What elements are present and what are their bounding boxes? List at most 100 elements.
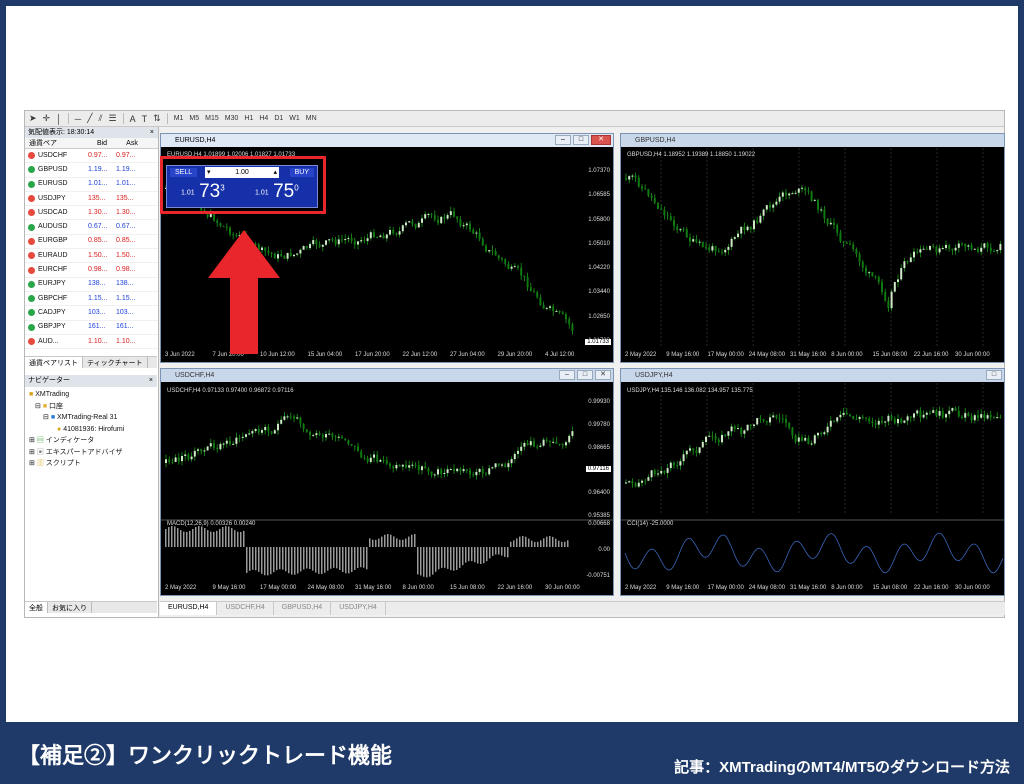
maximize-icon[interactable]: □ (577, 370, 593, 380)
candle-body (197, 449, 199, 451)
nav-item-indicators[interactable]: ⊞ ▤ インディケータ (25, 435, 157, 447)
macd-bar (291, 547, 293, 575)
macd-bar (192, 528, 194, 547)
tab-eurusd[interactable]: EURUSD,H4 (160, 602, 218, 615)
market-watch-row[interactable]: GBPJPY 161... 161... (25, 321, 158, 335)
tf-h4[interactable]: H4 (259, 115, 268, 122)
market-watch-row[interactable]: EURCHF 0.98... 0.98... (25, 263, 158, 278)
candle-body (555, 310, 558, 312)
candle-body (631, 175, 634, 177)
candle-body (478, 232, 481, 240)
tab-symbols[interactable]: 通貨ペアリスト (25, 357, 83, 368)
candle-body (765, 420, 768, 423)
market-watch-row[interactable]: EURAUD 1.50... 1.50... (25, 249, 158, 264)
tf-m5[interactable]: M5 (189, 115, 199, 122)
candle-body (698, 241, 701, 243)
candle-body (714, 436, 717, 440)
close-icon[interactable]: × (149, 375, 153, 387)
cursor-icon[interactable]: ➤ (29, 113, 37, 124)
trendline-icon[interactable]: ╱ (87, 113, 92, 124)
candle-body (881, 420, 883, 423)
chart-title-bar: EURUSD,H4 – □ ✕ (161, 134, 613, 147)
candle-body (283, 416, 286, 420)
minimize-icon[interactable]: – (555, 135, 571, 145)
market-watch-title: 気配値表示: 18:30:14 (28, 129, 95, 136)
tf-mn[interactable]: MN (306, 115, 317, 122)
tab-gbpusd[interactable]: GBPUSD,H4 (274, 602, 332, 615)
candle-body (813, 199, 816, 201)
candle-body (213, 443, 215, 448)
bid-value: 0.97... (88, 151, 108, 159)
candlestick-chart[interactable] (161, 383, 613, 596)
restore-icon[interactable]: □ (986, 370, 1002, 380)
column-ask[interactable]: Ask (117, 138, 147, 148)
label-icon[interactable]: T (142, 114, 148, 124)
tab-favorites[interactable]: お気に入り (48, 602, 92, 613)
market-watch-row[interactable]: GBPUSD 1.19... 1.19... (25, 163, 158, 178)
candlestick-chart[interactable] (621, 383, 1004, 596)
candle-body (852, 415, 855, 420)
macd-bar (369, 538, 371, 547)
horizontal-line-icon[interactable]: ─ (75, 114, 81, 124)
close-icon[interactable]: ✕ (591, 135, 611, 145)
nav-item-experts[interactable]: ⊞ ▣ エキスパートアドバイザ (25, 447, 157, 459)
column-bid[interactable]: Bid (87, 138, 117, 148)
nav-item-server[interactable]: ⊟ ■ XMTrading-Real 31 (25, 412, 157, 424)
market-watch-row[interactable]: AUD... 1.10... 1.10... (25, 335, 158, 350)
tab-usdchf[interactable]: USDCHF,H4 (217, 602, 274, 615)
candlestick-chart[interactable] (621, 148, 1004, 363)
tab-common[interactable]: 全般 (25, 602, 48, 613)
text-icon[interactable]: A (130, 114, 136, 124)
tf-d1[interactable]: D1 (274, 115, 283, 122)
tf-m30[interactable]: M30 (225, 115, 239, 122)
market-watch-row[interactable]: CADJPY 103... 103... (25, 306, 158, 321)
candle-body (264, 426, 267, 431)
tab-usdjpy[interactable]: USDJPY,H4 (331, 602, 386, 615)
fibonacci-icon[interactable]: ☰ (109, 113, 117, 124)
time-tick-label: 22 Jun 16:00 (913, 352, 949, 358)
market-watch-row[interactable]: USDCHF 0.97... 0.97... (25, 149, 158, 164)
candle-body (980, 414, 983, 418)
candle-body (494, 251, 497, 256)
market-watch-row[interactable]: USDJPY 135... 135... (25, 192, 158, 207)
nav-item-root[interactable]: ■ XMTrading (25, 389, 157, 401)
nav-item-scripts[interactable]: ⊞ ▥ スクリプト (25, 458, 157, 470)
price-down-icon (28, 338, 35, 345)
candle-body (717, 251, 720, 253)
tf-m15[interactable]: M15 (205, 115, 219, 122)
expert-icon: ▣ (36, 448, 44, 456)
close-icon[interactable]: ✕ (595, 370, 611, 380)
arrows-icon[interactable]: ⇅ (153, 113, 161, 124)
minimize-icon[interactable]: – (559, 370, 575, 380)
maximize-icon[interactable]: □ (573, 135, 589, 145)
candle-body (472, 229, 475, 234)
candle-body (517, 450, 519, 454)
close-icon[interactable]: × (150, 127, 154, 138)
chart-window-gbpusd[interactable]: GBPUSD,H4 GBPUSD,H4 1.18952 1.19389 1.18… (620, 133, 1005, 363)
macd-bar (444, 547, 446, 568)
channel-icon[interactable]: ⫽ (99, 113, 103, 124)
candle-body (318, 433, 321, 435)
market-watch-row[interactable]: GBPCHF 1.15... 1.15... (25, 292, 158, 307)
market-watch-row[interactable]: AUDUSD 0.67... 0.67... (25, 220, 158, 235)
market-watch-row[interactable]: EURUSD 1.01... 1.01... (25, 178, 158, 192)
nav-item-accounts[interactable]: ⊟ ■ 口座 (25, 401, 157, 413)
tf-h1[interactable]: H1 (244, 115, 253, 122)
macd-bar (450, 547, 452, 571)
candle-body (494, 463, 497, 468)
candle-body (369, 457, 372, 462)
market-watch-row[interactable]: EURGBP 0.85... 0.85... (25, 235, 158, 250)
candle-body (871, 272, 874, 277)
tf-m1[interactable]: M1 (174, 115, 184, 122)
crosshair-icon[interactable]: ✛ (43, 113, 51, 124)
chart-window-usdchf[interactable]: USDCHF,H4 – □ ✕ USDCHF,H4 0.97133 0.97400 … (160, 368, 614, 596)
tf-w1[interactable]: W1 (289, 115, 300, 122)
column-symbol[interactable]: 通貨ペア (25, 138, 87, 148)
candle-body (647, 189, 650, 196)
tab-tick-chart[interactable]: ティックチャート (83, 357, 148, 368)
market-watch-row[interactable]: EURJPY 138... 138... (25, 278, 158, 292)
vertical-line-icon[interactable]: │ (56, 114, 62, 124)
nav-item-account[interactable]: ● 41081936: Hirofumi (25, 424, 157, 436)
market-watch-row[interactable]: USDCAD 1.30... 1.30... (25, 206, 158, 221)
chart-window-usdjpy[interactable]: USDJPY,H4 □ USDJPY,H4 135.146 136.082 13… (620, 368, 1005, 596)
